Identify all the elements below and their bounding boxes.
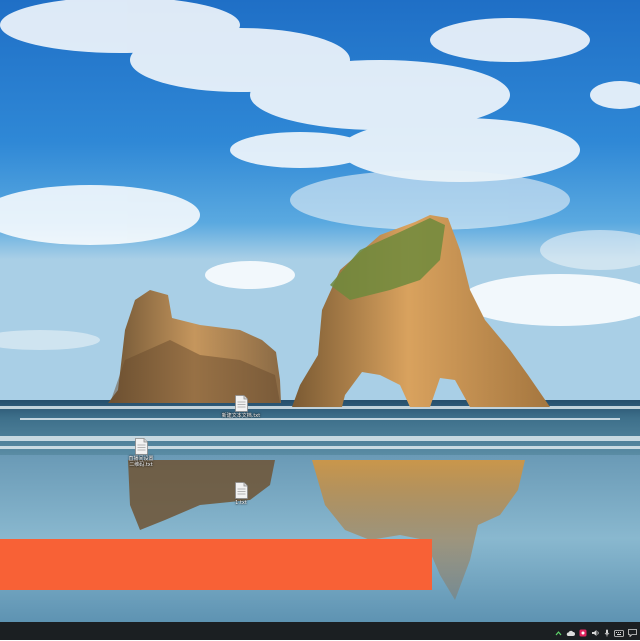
notification-icon[interactable] bbox=[628, 622, 637, 641]
text-file-icon bbox=[134, 438, 148, 455]
volume-icon[interactable] bbox=[591, 622, 600, 641]
microphone-icon[interactable] bbox=[604, 622, 610, 641]
desktop-icon-label: 1.txt bbox=[235, 500, 247, 506]
desktop-icon-file-1[interactable]: 新建文本文档.txt bbox=[219, 395, 263, 419]
system-tray[interactable] bbox=[555, 625, 637, 637]
desktop-wallpaper bbox=[0, 0, 640, 622]
keyboard-icon[interactable] bbox=[614, 622, 624, 641]
desktop-icon-file-2[interactable]: 直播间设置 二维码.txt bbox=[119, 438, 163, 468]
desktop-icon-label: 直播间设置 二维码.txt bbox=[128, 456, 154, 468]
app-badge-icon[interactable] bbox=[579, 622, 587, 641]
redaction-overlay-bar bbox=[0, 539, 432, 590]
desktop-icon-label: 新建文本文档.txt bbox=[221, 413, 261, 419]
cloud-icon[interactable] bbox=[566, 622, 575, 641]
taskbar[interactable] bbox=[0, 622, 640, 640]
desktop[interactable]: 新建文本文档.txt 直播间设置 二维码.txt 1.txt bbox=[0, 0, 640, 622]
desktop-icon-file-3[interactable]: 1.txt bbox=[219, 482, 263, 506]
text-file-icon bbox=[234, 395, 248, 412]
text-file-icon bbox=[234, 482, 248, 499]
chevron-up-icon[interactable] bbox=[555, 622, 562, 641]
